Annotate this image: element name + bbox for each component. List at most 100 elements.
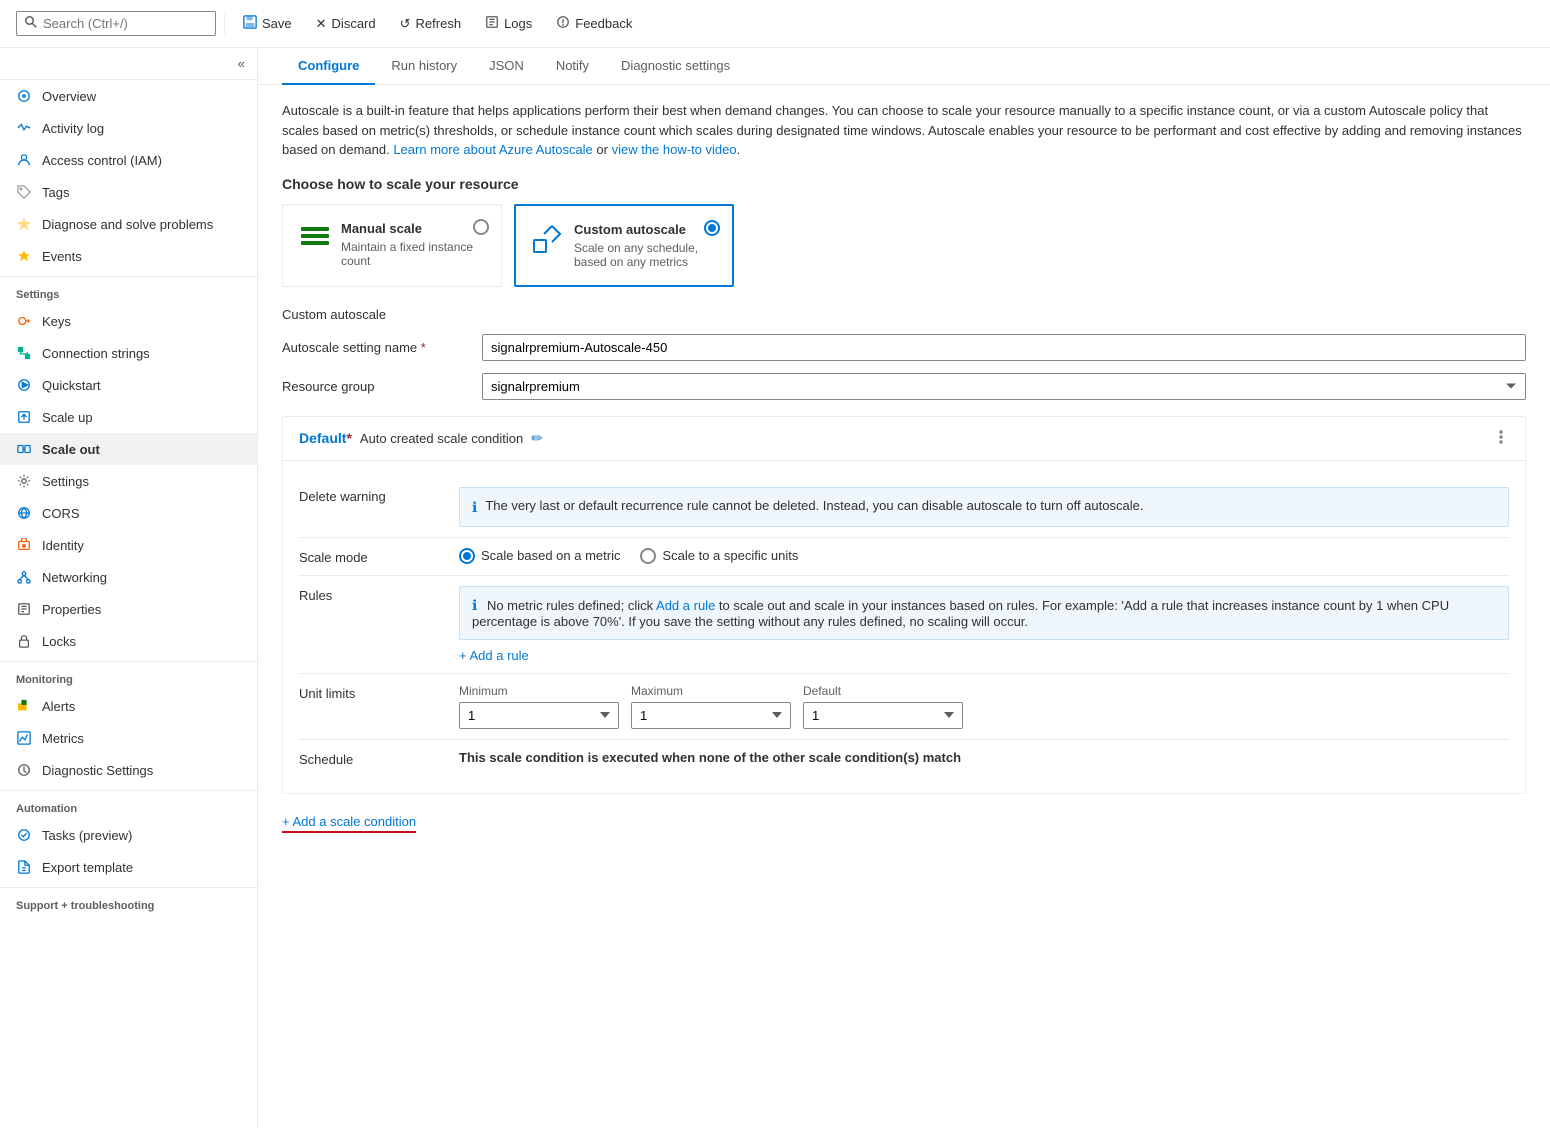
sidebar-item-diagnose[interactable]: Diagnose and solve problems — [0, 208, 257, 240]
sidebar-item-connection-strings[interactable]: Connection strings — [0, 337, 257, 369]
diagnostic-icon — [16, 762, 32, 778]
resource-group-select[interactable]: signalrpremium — [482, 373, 1526, 400]
sidebar-item-label: Events — [42, 249, 82, 264]
discard-icon: ✕ — [316, 16, 327, 32]
content-area: Configure Run history JSON Notify Diagno… — [258, 48, 1550, 1128]
sidebar-item-properties[interactable]: Properties — [0, 593, 257, 625]
sidebar-item-networking[interactable]: Networking — [0, 561, 257, 593]
condition-header: Default* Auto created scale condition ✏ — [283, 417, 1525, 461]
minimum-label: Minimum — [459, 684, 619, 698]
sidebar-item-label: Tasks (preview) — [42, 828, 132, 843]
sidebar-item-label: Quickstart — [42, 378, 101, 393]
automation-section-header: Automation — [0, 790, 257, 819]
description-text: Autoscale is a built-in feature that hel… — [282, 101, 1526, 160]
support-section-header: Support + troubleshooting — [0, 887, 257, 916]
feedback-button[interactable]: Feedback — [546, 10, 642, 37]
sidebar-item-quickstart[interactable]: Quickstart — [0, 369, 257, 401]
tab-notify[interactable]: Notify — [540, 48, 605, 85]
tab-configure[interactable]: Configure — [282, 48, 375, 85]
custom-autoscale-section-title: Custom autoscale — [282, 307, 1526, 322]
maximum-item: Maximum 1 — [631, 684, 791, 729]
custom-autoscale-option[interactable]: Custom autoscale Scale on any schedule, … — [514, 204, 734, 287]
sidebar-item-diagnostic-settings[interactable]: Diagnostic Settings — [0, 754, 257, 786]
collapse-sidebar-button[interactable]: « — [234, 52, 249, 75]
rules-label: Rules — [299, 586, 459, 603]
sidebar-item-activity-log[interactable]: Activity log — [0, 112, 257, 144]
condition-menu-icon[interactable] — [1493, 429, 1509, 448]
sidebar-item-overview[interactable]: Overview — [0, 80, 257, 112]
sidebar-item-locks[interactable]: Locks — [0, 625, 257, 657]
logs-icon — [485, 15, 499, 32]
diagnose-icon — [16, 216, 32, 232]
sidebar-item-scale-out[interactable]: Scale out — [0, 433, 257, 465]
autoscale-name-input[interactable] — [482, 334, 1526, 361]
sidebar-item-label: Alerts — [42, 699, 75, 714]
manual-scale-option[interactable]: Manual scale Maintain a fixed instance c… — [282, 204, 502, 287]
add-scale-condition-button[interactable]: + Add a scale condition — [282, 814, 416, 833]
sidebar-item-label: Networking — [42, 570, 107, 585]
discard-button[interactable]: ✕ Discard — [306, 11, 386, 37]
sidebar-item-tags[interactable]: Tags — [0, 176, 257, 208]
condition-default-label: Default* — [299, 430, 352, 446]
sidebar-item-tasks[interactable]: Tasks (preview) — [0, 819, 257, 851]
how-to-video-link[interactable]: view the how-to video — [612, 142, 737, 157]
sidebar-item-export-template[interactable]: Export template — [0, 851, 257, 883]
sidebar-item-cors[interactable]: CORS — [0, 497, 257, 529]
scale-mode-radio-group: Scale based on a metric Scale to a speci… — [459, 548, 1509, 564]
rules-info-icon: ℹ — [472, 597, 477, 613]
tab-run-history[interactable]: Run history — [375, 48, 473, 85]
tab-diagnostic-settings[interactable]: Diagnostic settings — [605, 48, 746, 85]
rules-content: ℹ No metric rules defined; click Add a r… — [459, 586, 1509, 663]
tags-icon — [16, 184, 32, 200]
rules-text: ℹ No metric rules defined; click Add a r… — [472, 597, 1496, 629]
sidebar-item-settings[interactable]: Settings — [0, 465, 257, 497]
scale-units-radio[interactable]: Scale to a specific units — [640, 548, 798, 564]
scale-metric-radio-circle[interactable] — [459, 548, 475, 564]
save-button[interactable]: Save — [233, 10, 302, 37]
sidebar-item-iam[interactable]: Access control (IAM) — [0, 144, 257, 176]
monitoring-section-header: Monitoring — [0, 661, 257, 690]
search-input[interactable] — [43, 16, 183, 31]
learn-more-link[interactable]: Learn more about Azure Autoscale — [393, 142, 592, 157]
unit-limits-row: Unit limits Minimum 1 Maxim — [299, 674, 1509, 740]
schedule-row: Schedule This scale condition is execute… — [299, 740, 1509, 777]
tabs-bar: Configure Run history JSON Notify Diagno… — [258, 48, 1550, 85]
manual-scale-icon — [299, 221, 331, 253]
sidebar-item-identity[interactable]: Identity — [0, 529, 257, 561]
cors-icon — [16, 505, 32, 521]
edit-condition-button[interactable]: ✏ — [531, 430, 543, 447]
default-select[interactable]: 1 — [803, 702, 963, 729]
add-rule-link-inline[interactable]: Add a rule — [656, 598, 715, 613]
minimum-select[interactable]: 1 — [459, 702, 619, 729]
tab-json[interactable]: JSON — [473, 48, 540, 85]
sidebar-item-label: Diagnose and solve problems — [42, 217, 213, 232]
connection-icon — [16, 345, 32, 361]
custom-autoscale-radio[interactable] — [704, 220, 720, 236]
search-icon — [25, 16, 37, 31]
schedule-content: This scale condition is executed when no… — [459, 750, 1509, 765]
custom-autoscale-title: Custom autoscale — [574, 222, 716, 237]
manual-scale-radio[interactable] — [473, 219, 489, 235]
scale-units-radio-circle[interactable] — [640, 548, 656, 564]
sidebar-item-label: Overview — [42, 89, 96, 104]
events-icon — [16, 248, 32, 264]
sidebar-item-metrics[interactable]: Metrics — [0, 722, 257, 754]
sidebar-item-events[interactable]: Events — [0, 240, 257, 272]
sidebar-item-label: Connection strings — [42, 346, 150, 361]
scale-condition-card: Default* Auto created scale condition ✏ … — [282, 416, 1526, 794]
search-box[interactable] — [16, 11, 216, 36]
logs-button[interactable]: Logs — [475, 10, 542, 37]
settings-section-header: Settings — [0, 276, 257, 305]
add-rule-link[interactable]: + Add a rule — [459, 648, 529, 663]
scale-up-icon — [16, 409, 32, 425]
sidebar-item-label: Activity log — [42, 121, 104, 136]
sidebar-item-scale-up[interactable]: Scale up — [0, 401, 257, 433]
schedule-label: Schedule — [299, 750, 459, 767]
delete-warning-box: ℹ The very last or default recurrence ru… — [459, 487, 1509, 527]
sidebar-item-alerts[interactable]: Alerts — [0, 690, 257, 722]
refresh-button[interactable]: ↺ Refresh — [390, 11, 471, 37]
sidebar-item-keys[interactable]: Keys — [0, 305, 257, 337]
maximum-select[interactable]: 1 — [631, 702, 791, 729]
choose-scale-title: Choose how to scale your resource — [282, 176, 1526, 192]
scale-metric-radio[interactable]: Scale based on a metric — [459, 548, 620, 564]
